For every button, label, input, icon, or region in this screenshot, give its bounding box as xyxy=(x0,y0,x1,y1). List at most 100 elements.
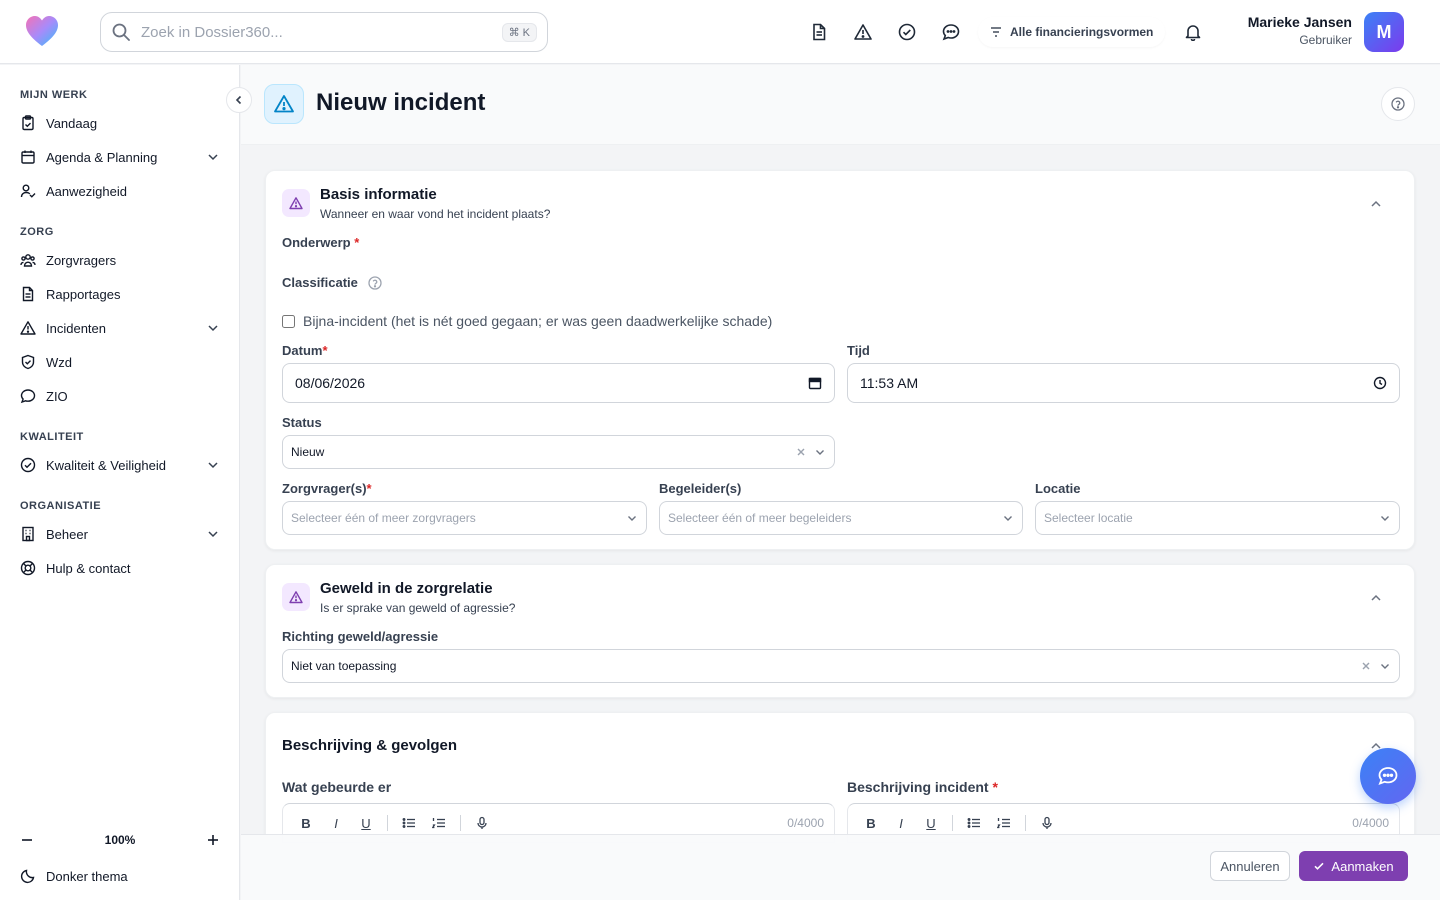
sidebar-item-wzd[interactable]: Wzd xyxy=(12,347,228,377)
warning-icon xyxy=(282,583,310,611)
check-circle-icon[interactable] xyxy=(895,20,919,44)
sidebar-item-label: Agenda & Planning xyxy=(46,149,158,165)
beschrijving-incident-label: Beschrijving incident * xyxy=(847,779,998,795)
chevron-down-icon[interactable] xyxy=(206,458,220,472)
bullet-list-icon[interactable] xyxy=(961,811,987,835)
help-circle-icon xyxy=(1391,97,1405,111)
form-footer: Annuleren Aanmaken xyxy=(241,834,1440,900)
bullet-list-icon[interactable] xyxy=(396,811,422,835)
status-value: Nieuw xyxy=(291,445,325,459)
section-title-mijn-werk: MIJN WERK xyxy=(20,89,88,101)
section-title-zorg: ZORG xyxy=(20,226,54,238)
moon-icon xyxy=(20,868,36,884)
user-check-icon xyxy=(20,183,36,199)
calendar-icon xyxy=(20,149,36,165)
user-info[interactable]: Marieke Jansen Gebruiker xyxy=(1248,14,1352,47)
underline-button[interactable]: U xyxy=(918,811,944,835)
character-counter: 0/4000 xyxy=(1352,816,1389,830)
begeleiders-select[interactable]: Selecteer één of meer begeleiders xyxy=(659,501,1023,535)
create-button-label: Aanmaken xyxy=(1331,858,1394,874)
richting-select[interactable]: Niet van toepassing xyxy=(282,649,1400,683)
toolbar-divider xyxy=(387,815,388,831)
warning-icon[interactable] xyxy=(851,20,875,44)
warning-icon xyxy=(20,320,36,336)
check-circle-icon xyxy=(20,457,36,473)
search-input[interactable] xyxy=(141,23,502,41)
zoom-out-icon[interactable] xyxy=(20,833,34,847)
user-role: Gebruiker xyxy=(1299,33,1352,47)
avatar[interactable]: M xyxy=(1364,12,1404,52)
wat-gebeurde-label: Wat gebeurde er xyxy=(282,779,392,795)
zorgvragers-select[interactable]: Selecteer één of meer zorgvragers xyxy=(282,501,647,535)
sidebar-collapse-button[interactable] xyxy=(226,87,252,113)
document-icon[interactable] xyxy=(807,20,831,44)
clear-icon[interactable] xyxy=(1361,661,1371,671)
sidebar-item-beheer[interactable]: Beheer xyxy=(12,519,228,549)
card-subtitle: Is er sprake van geweld of agressie? xyxy=(320,601,516,615)
user-name: Marieke Jansen xyxy=(1247,14,1352,30)
sidebar-item-label: ZIO xyxy=(46,388,68,404)
help-circle-icon[interactable] xyxy=(368,275,382,290)
heart-logo-icon[interactable] xyxy=(24,14,60,50)
status-select[interactable]: Nieuw xyxy=(282,435,835,469)
chevron-up-icon[interactable] xyxy=(1368,590,1384,606)
help-button[interactable] xyxy=(1381,87,1415,121)
sidebar-item-kwaliteit-veiligheid[interactable]: Kwaliteit & Veiligheid xyxy=(12,450,228,480)
calendar-icon[interactable] xyxy=(808,376,822,390)
financing-filter-label: Alle financieringsvormen xyxy=(1010,25,1154,39)
section-title-organisatie: ORGANISATIE xyxy=(20,500,102,512)
cancel-button[interactable]: Annuleren xyxy=(1210,851,1290,881)
zoom-control: 100% xyxy=(20,830,220,850)
bold-button[interactable]: B xyxy=(293,811,319,835)
filter-icon xyxy=(990,26,1002,38)
bijna-incident-checkbox[interactable] xyxy=(282,315,295,328)
search-bar[interactable]: ⌘ K xyxy=(100,12,548,52)
locatie-select[interactable]: Selecteer locatie xyxy=(1035,501,1400,535)
numbered-list-icon[interactable] xyxy=(426,811,452,835)
tijd-input[interactable]: 11:53 AM xyxy=(847,363,1400,403)
numbered-list-icon[interactable] xyxy=(991,811,1017,835)
dark-theme-toggle[interactable]: Donker thema xyxy=(12,861,228,891)
zoom-in-icon[interactable] xyxy=(206,833,220,847)
sidebar-item-hulp[interactable]: Hulp & contact xyxy=(12,553,228,583)
sidebar-item-zio[interactable]: ZIO xyxy=(12,381,228,411)
card-subtitle: Wanneer en waar vond het incident plaats… xyxy=(320,207,551,221)
sidebar-item-aanwezigheid[interactable]: Aanwezigheid xyxy=(12,176,228,206)
financing-filter-button[interactable]: Alle financieringsvormen xyxy=(978,17,1166,47)
geweld-card: Geweld in de zorgrelatie Is er sprake va… xyxy=(265,564,1415,698)
chevron-up-icon[interactable] xyxy=(1368,196,1384,212)
create-button[interactable]: Aanmaken xyxy=(1299,851,1408,881)
toolbar-divider xyxy=(952,815,953,831)
chevron-down-icon[interactable] xyxy=(206,527,220,541)
microphone-icon[interactable] xyxy=(1034,811,1060,835)
chat-fab-button[interactable] xyxy=(1360,748,1416,804)
bijna-incident-label[interactable]: Bijna-incident (het is nét goed gegaan; … xyxy=(303,313,772,329)
datum-input[interactable]: 08/06/2026 xyxy=(282,363,835,403)
beschrijving-card: Beschrijving & gevolgen Wat gebeurde er … xyxy=(265,712,1415,852)
italic-button[interactable]: I xyxy=(888,811,914,835)
sidebar-item-vandaag[interactable]: Vandaag xyxy=(12,108,228,138)
chevron-down-icon xyxy=(626,512,638,524)
zorgvragers-label: Zorgvrager(s)* xyxy=(282,481,372,496)
sidebar-item-incidenten[interactable]: Incidenten xyxy=(12,313,228,343)
chat-icon[interactable] xyxy=(939,20,963,44)
check-icon xyxy=(1313,860,1325,872)
sidebar-item-zorgvragers[interactable]: Zorgvragers xyxy=(12,245,228,275)
warning-icon xyxy=(282,189,310,217)
bold-button[interactable]: B xyxy=(858,811,884,835)
bell-icon[interactable] xyxy=(1181,20,1205,44)
zorgvragers-placeholder: Selecteer één of meer zorgvragers xyxy=(291,511,476,525)
chevron-down-icon[interactable] xyxy=(206,321,220,335)
zoom-level: 100% xyxy=(104,833,136,847)
microphone-icon[interactable] xyxy=(469,811,495,835)
status-label: Status xyxy=(282,415,322,430)
chevron-down-icon[interactable] xyxy=(206,150,220,164)
clear-icon[interactable] xyxy=(796,447,806,457)
sidebar-item-agenda[interactable]: Agenda & Planning xyxy=(12,142,228,172)
chevron-down-icon xyxy=(814,446,826,458)
clock-icon[interactable] xyxy=(1373,376,1387,390)
file-text-icon xyxy=(20,286,36,302)
italic-button[interactable]: I xyxy=(323,811,349,835)
underline-button[interactable]: U xyxy=(353,811,379,835)
sidebar-item-rapportages[interactable]: Rapportages xyxy=(12,279,228,309)
